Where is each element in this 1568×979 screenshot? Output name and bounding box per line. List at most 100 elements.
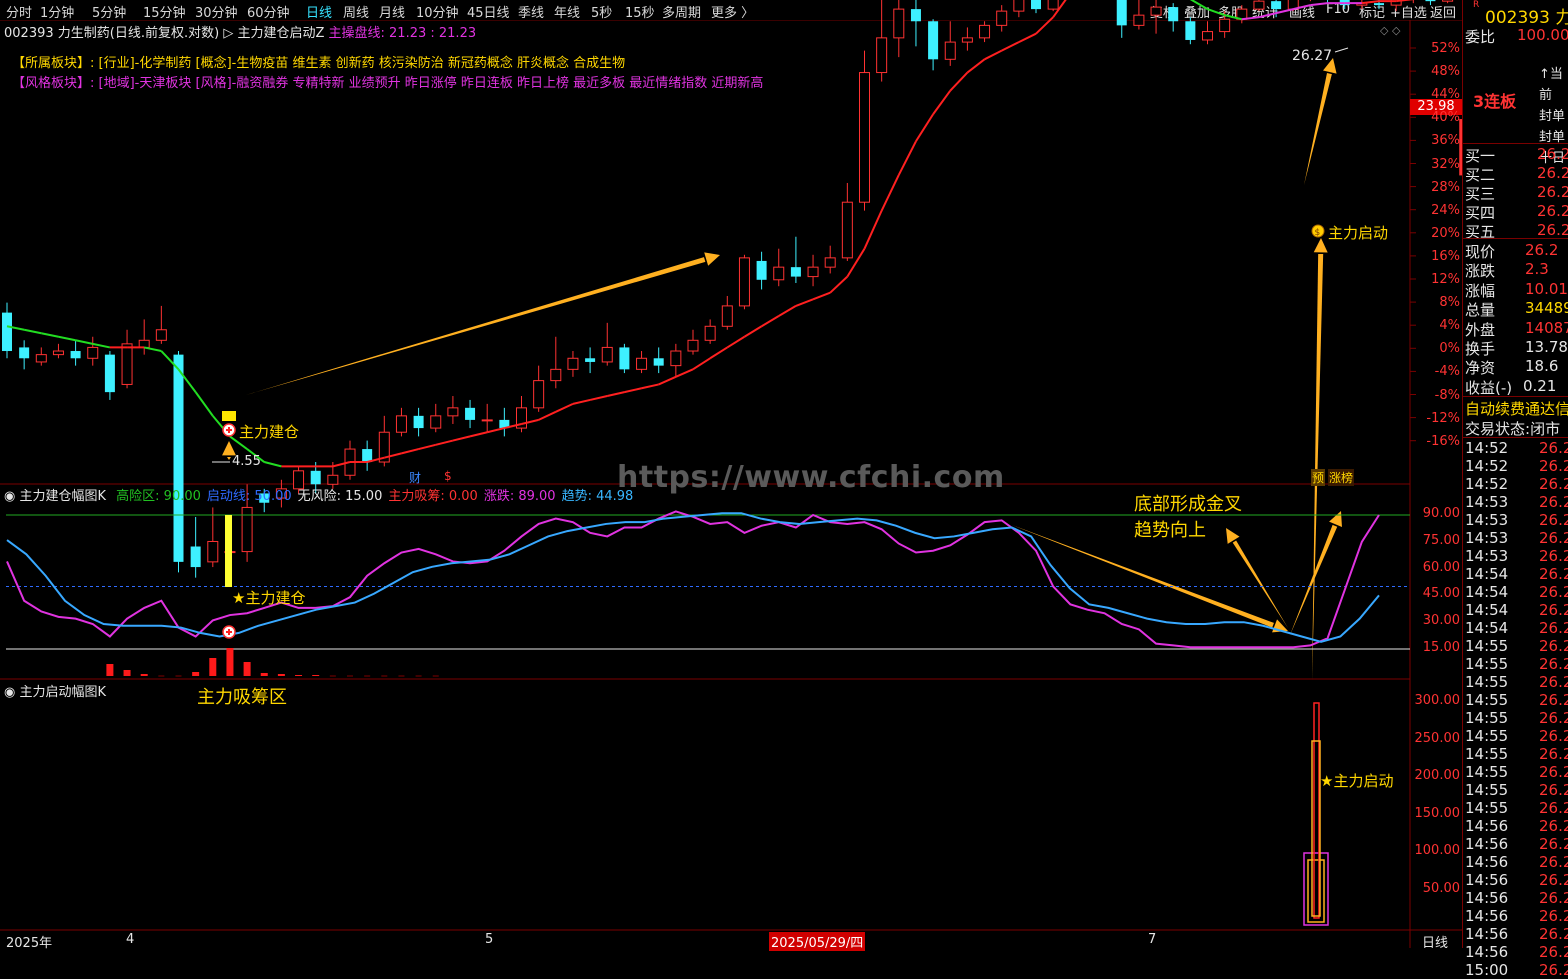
weibi-label: 委比 xyxy=(1465,28,1496,46)
ma-segment xyxy=(92,342,111,349)
candle[interactable] xyxy=(465,399,476,429)
candle[interactable] xyxy=(121,329,133,389)
period-label[interactable]: 日线 xyxy=(1422,932,1448,951)
candle[interactable] xyxy=(1202,21,1213,45)
candle[interactable] xyxy=(1305,0,1315,2)
candle[interactable] xyxy=(19,340,30,370)
candle[interactable] xyxy=(1047,0,1059,12)
candle[interactable] xyxy=(1356,0,1368,10)
candle[interactable] xyxy=(1339,0,1350,10)
candle[interactable] xyxy=(756,251,767,290)
stat-label: 涨幅 xyxy=(1465,281,1496,300)
candle[interactable] xyxy=(807,254,819,287)
candle[interactable] xyxy=(1253,0,1265,12)
candle[interactable] xyxy=(70,340,81,366)
ma-segment xyxy=(1207,8,1225,17)
candle[interactable] xyxy=(516,396,527,433)
candle[interactable] xyxy=(550,336,562,389)
auto-fee-link[interactable]: 自动续费通达信 xyxy=(1465,398,1568,419)
panel2-header: ◉ 主力启动幅图K xyxy=(4,681,106,700)
candle[interactable] xyxy=(996,5,1008,32)
candle[interactable] xyxy=(585,347,596,374)
candle[interactable] xyxy=(961,27,973,51)
candle[interactable] xyxy=(824,245,836,274)
candle[interactable] xyxy=(1425,0,1436,6)
tick-price: 26.2 xyxy=(1539,529,1568,547)
candle[interactable] xyxy=(721,295,733,330)
ma-segment xyxy=(264,461,282,468)
candle[interactable] xyxy=(876,0,888,82)
tick-row: 14:55 26.2 xyxy=(1465,799,1568,817)
candle[interactable] xyxy=(138,319,150,355)
candle[interactable] xyxy=(1236,5,1248,24)
price-axis-tick: 36% xyxy=(1431,133,1460,149)
forecast-event-marker[interactable]: 预 xyxy=(1311,469,1326,486)
panel1-build-label: ★主力建仓 xyxy=(232,589,306,607)
candle[interactable] xyxy=(1133,0,1145,30)
candle[interactable] xyxy=(687,329,699,355)
panel1-title[interactable]: 主力建仓幅图K xyxy=(19,489,106,504)
panel1-axis-tick: 15.00 xyxy=(1422,640,1460,655)
candle[interactable] xyxy=(653,347,664,374)
candle[interactable] xyxy=(1168,3,1179,32)
candle[interactable] xyxy=(1116,0,1127,38)
candle[interactable] xyxy=(1031,0,1041,14)
panel1-collapse-icon[interactable]: ◉ xyxy=(4,489,15,504)
candle[interactable] xyxy=(155,305,167,344)
ma-segment xyxy=(1018,32,1037,43)
candle[interactable] xyxy=(447,396,459,424)
candle[interactable] xyxy=(979,21,991,43)
candle[interactable] xyxy=(499,407,510,437)
candle[interactable] xyxy=(52,343,64,359)
dividend-event-marker[interactable]: $ xyxy=(444,469,452,483)
candle[interactable] xyxy=(670,343,682,377)
candle[interactable] xyxy=(619,343,630,374)
panel2-collapse-icon[interactable]: ◉ xyxy=(4,685,15,700)
candle[interactable] xyxy=(430,403,442,433)
candle[interactable] xyxy=(413,407,424,437)
tick-row: 14:52 26.2 xyxy=(1465,475,1568,493)
bid-row: 买一 26.2 xyxy=(1465,145,1568,165)
candle[interactable] xyxy=(1150,0,1162,34)
stat-label: 换手 xyxy=(1465,340,1496,358)
candle[interactable] xyxy=(1185,17,1196,45)
candle[interactable] xyxy=(601,322,613,366)
candle[interactable] xyxy=(928,19,939,71)
candle[interactable] xyxy=(104,351,115,400)
candle[interactable] xyxy=(35,347,47,366)
candle[interactable] xyxy=(533,365,545,412)
tick-row: 14:54 26.2 xyxy=(1465,601,1568,619)
finance-event-marker[interactable]: 财 xyxy=(409,469,421,486)
candle[interactable] xyxy=(893,0,905,58)
candle[interactable] xyxy=(790,236,801,283)
candle[interactable] xyxy=(944,21,956,66)
tick-price: 26.2 xyxy=(1539,583,1568,601)
candle[interactable] xyxy=(362,440,373,471)
candle[interactable] xyxy=(1013,0,1025,18)
candle[interactable] xyxy=(1442,0,1454,4)
candle[interactable] xyxy=(481,403,493,433)
candle[interactable] xyxy=(773,248,785,287)
candle[interactable] xyxy=(567,351,579,377)
candle[interactable] xyxy=(636,351,648,374)
limit-list-event-marker[interactable]: 涨榜 xyxy=(1328,469,1355,486)
ma-segment xyxy=(709,346,728,360)
price-axis-tick: 12% xyxy=(1431,272,1460,287)
candle[interactable] xyxy=(859,50,870,211)
candle[interactable] xyxy=(395,407,407,437)
panel2-title[interactable]: 主力启动幅图K xyxy=(19,685,106,700)
candle[interactable] xyxy=(190,516,201,578)
candle[interactable] xyxy=(207,507,219,568)
stat-value: 2.3 xyxy=(1525,260,1549,279)
candle[interactable] xyxy=(173,351,184,573)
candle[interactable] xyxy=(87,336,99,366)
candle[interactable] xyxy=(2,302,12,359)
candle[interactable] xyxy=(738,254,750,310)
candle[interactable] xyxy=(344,440,356,480)
candle[interactable] xyxy=(910,0,921,47)
tick-row: 14:56 26.2 xyxy=(1465,871,1568,889)
ma-segment xyxy=(1396,0,1414,3)
tick-time: 14:55 xyxy=(1465,673,1509,691)
candle[interactable] xyxy=(704,319,716,344)
candle[interactable] xyxy=(841,182,853,261)
